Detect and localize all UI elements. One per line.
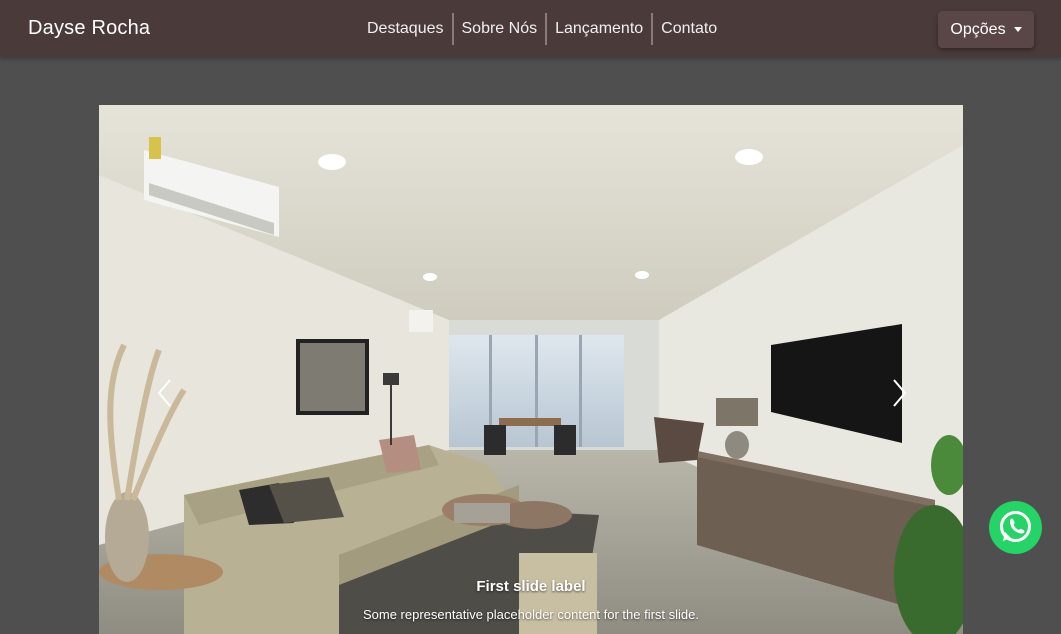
chevron-left-icon [157,379,171,407]
nav-link-destaques[interactable]: Destaques [359,13,452,45]
options-dropdown-label: Opções [950,20,1006,38]
navbar: Dayse Rocha Destaques Sobre Nós Lançamen… [0,0,1061,57]
carousel-prev-button[interactable] [151,375,181,411]
caret-down-icon [1013,27,1022,32]
chevron-right-icon [893,379,907,407]
nav-link-sobre-nos[interactable]: Sobre Nós [451,13,546,45]
slide-caption-title: First slide label [476,578,586,595]
main-nav: Destaques Sobre Nós Lançamento Contato [359,13,725,45]
whatsapp-button[interactable] [989,501,1042,554]
whatsapp-icon [989,501,1042,554]
slide-caption-text: Some representative placeholder content … [362,607,699,622]
nav-link-lancamento[interactable]: Lançamento [545,13,651,45]
options-dropdown-button[interactable]: Opções [938,11,1034,48]
brand-logo-text[interactable]: Dayse Rocha [28,17,150,40]
image-carousel: First slide label Some representative pl… [99,105,963,634]
nav-link-contato[interactable]: Contato [651,13,725,45]
carousel-next-button[interactable] [884,375,914,411]
slide-image-living-room [99,105,963,634]
